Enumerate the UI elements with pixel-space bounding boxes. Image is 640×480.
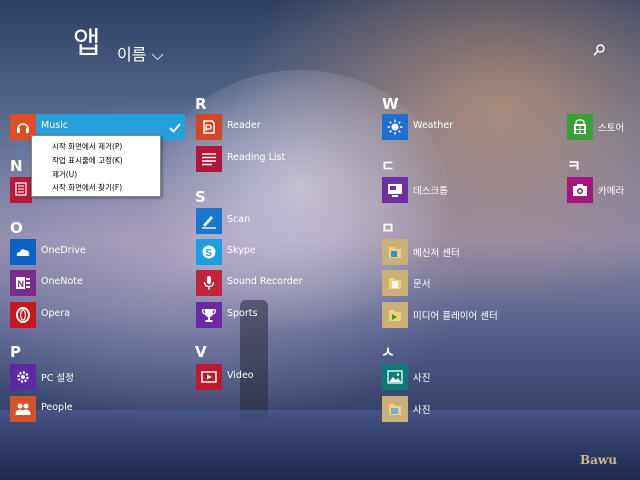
section-letter-si[interactable]: ㅅ	[381, 343, 395, 361]
opera-icon	[10, 302, 36, 328]
context-item-pin-taskbar[interactable]: 작업 표시줄에 고정(K)	[52, 155, 123, 166]
skype-icon: S	[196, 239, 222, 265]
section-letter-s[interactable]: S	[195, 188, 206, 206]
camera-icon	[567, 177, 593, 203]
app-tile-media-player-center[interactable]: 미디어 플레이어 센터	[382, 302, 557, 328]
app-label: 문서	[413, 279, 431, 290]
app-label: Reading List	[227, 152, 286, 163]
app-tile-camera[interactable]: 카메라	[567, 177, 637, 203]
news-icon	[10, 177, 32, 203]
context-menu: 시작 화면에서 제거(P) 작업 표시줄에 고정(K) 제거(U) 시작 화면에…	[31, 135, 161, 197]
app-tile-photos[interactable]: 사진	[382, 364, 557, 390]
checkmark-icon	[169, 119, 181, 138]
app-label: OneDrive	[41, 245, 86, 256]
app-label: OneNote	[41, 276, 83, 287]
video-icon	[196, 364, 222, 390]
section-letter-o[interactable]: O	[10, 219, 23, 237]
app-tile-messenger-center[interactable]: 메신저 센터	[382, 239, 557, 265]
gear-icon	[10, 364, 36, 390]
search-icon[interactable]	[592, 42, 606, 56]
app-label: 스토어	[598, 123, 625, 134]
section-letter-k[interactable]: ㅋ	[567, 157, 581, 175]
app-label: 사진	[413, 373, 431, 384]
app-tile-onenote[interactable]: N OneNote	[10, 270, 185, 296]
app-tile-pictures[interactable]: 사진	[382, 396, 557, 422]
app-label: Sound Recorder	[227, 276, 303, 287]
app-tile-store[interactable]: 스토어	[567, 114, 637, 140]
section-letter-p[interactable]: P	[10, 343, 21, 361]
section-letter-r[interactable]: R	[195, 95, 207, 113]
app-label: People	[41, 402, 73, 413]
desktop-icon	[382, 177, 408, 203]
app-tile-pc-settings[interactable]: PC 설정	[10, 364, 185, 390]
app-tile-sound-recorder[interactable]: Sound Recorder	[196, 270, 371, 296]
folder-icon	[382, 239, 408, 265]
app-tile-video[interactable]: Video	[196, 364, 371, 390]
onenote-icon: N	[10, 270, 36, 296]
section-letter-w[interactable]: W	[382, 95, 399, 113]
app-label: PC 설정	[41, 373, 74, 384]
sort-dropdown[interactable]: 이름 ⌵	[117, 45, 164, 65]
photo-icon	[382, 364, 408, 390]
trophy-icon	[196, 302, 222, 328]
app-tile-opera[interactable]: Opera	[10, 302, 185, 328]
app-label: Scan	[227, 214, 251, 225]
people-icon	[10, 396, 36, 422]
app-tile-onedrive[interactable]: OneDrive	[10, 239, 185, 265]
app-label: Sports	[227, 308, 258, 319]
app-tile-documents[interactable]: 문서	[382, 270, 557, 296]
scan-icon	[196, 208, 222, 234]
app-label: Music	[41, 120, 69, 131]
section-letter-m[interactable]: ㅁ	[381, 219, 395, 237]
app-tile-reading-list[interactable]: Reading List	[196, 146, 371, 172]
app-tile-sports[interactable]: Sports	[196, 302, 371, 328]
store-icon	[567, 114, 593, 140]
app-tile-people[interactable]: People	[10, 396, 185, 422]
app-label: 카메라	[598, 186, 625, 197]
app-label: Weather	[413, 120, 453, 131]
context-item-uninstall[interactable]: 제거(U)	[52, 169, 77, 180]
app-label: Video	[227, 370, 254, 381]
app-tile-skype[interactable]: S Skype	[196, 239, 371, 265]
app-label: Skype	[227, 245, 256, 256]
app-label: Opera	[41, 308, 71, 319]
section-letter-d[interactable]: ㄷ	[381, 157, 395, 175]
app-tile-desktop[interactable]: 데스크톱	[382, 177, 557, 203]
section-letter-n[interactable]: N	[10, 157, 23, 175]
folder-icon	[382, 396, 408, 422]
app-tile-reader[interactable]: Reader	[196, 114, 371, 140]
sun-icon	[382, 114, 408, 140]
app-label: Reader	[227, 120, 261, 131]
reader-icon	[196, 114, 222, 140]
svg-text:S: S	[205, 248, 212, 259]
section-letter-v[interactable]: V	[195, 343, 207, 361]
context-item-unpin-start[interactable]: 시작 화면에서 제거(P)	[52, 141, 122, 152]
app-label: 데스크톱	[413, 186, 448, 197]
cloud-icon	[10, 239, 36, 265]
context-item-find-start[interactable]: 시작 화면에서 찾기(F)	[52, 182, 122, 193]
watermark: Bawu	[580, 453, 617, 467]
page-title: 앱	[73, 26, 101, 61]
app-label: 미디어 플레이어 센터	[413, 311, 498, 322]
app-label: 사진	[413, 405, 431, 416]
app-tile-scan[interactable]: Scan	[196, 208, 371, 234]
folder-icon	[382, 270, 408, 296]
microphone-icon	[196, 270, 222, 296]
app-tile-weather[interactable]: Weather	[382, 114, 557, 140]
app-tile-news[interactable]	[10, 177, 32, 203]
app-label: 메신저 센터	[413, 248, 460, 259]
reading-list-icon	[196, 146, 222, 172]
folder-icon	[382, 302, 408, 328]
svg-text:N: N	[18, 279, 25, 289]
